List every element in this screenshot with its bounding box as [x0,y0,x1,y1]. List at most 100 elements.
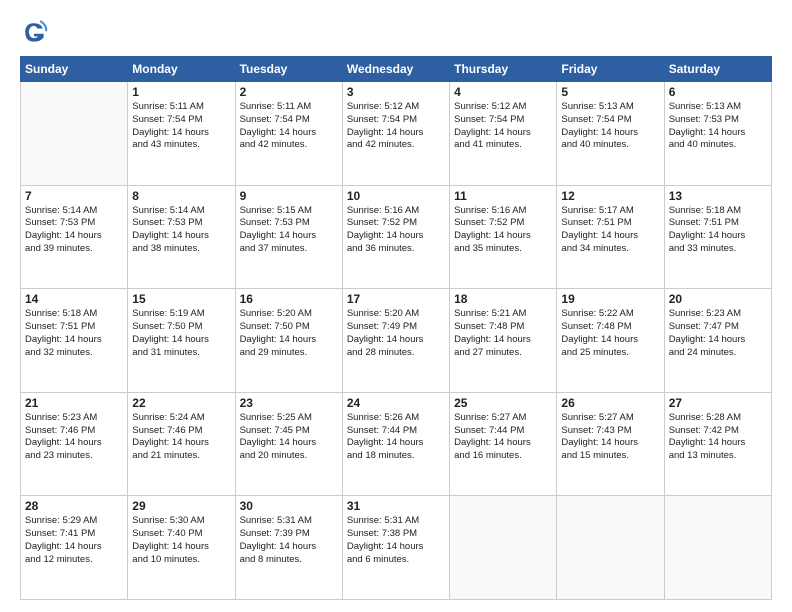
day-number: 29 [132,499,230,513]
calendar-cell: 17 Sunrise: 5:20 AM Sunset: 7:49 PM Dayli… [342,289,449,393]
day-number: 14 [25,292,123,306]
day-number: 23 [240,396,338,410]
day-info: Sunrise: 5:23 AM Sunset: 7:47 PM Dayligh… [669,308,767,359]
calendar-cell [450,496,557,600]
calendar-cell: 28 Sunrise: 5:29 AM Sunset: 7:41 PM Dayli… [21,496,128,600]
day-number: 9 [240,189,338,203]
day-info: Sunrise: 5:18 AM Sunset: 7:51 PM Dayligh… [669,205,767,256]
day-number: 24 [347,396,445,410]
day-info: Sunrise: 5:28 AM Sunset: 7:42 PM Dayligh… [669,412,767,463]
day-info: Sunrise: 5:29 AM Sunset: 7:41 PM Dayligh… [25,515,123,566]
day-info: Sunrise: 5:18 AM Sunset: 7:51 PM Dayligh… [25,308,123,359]
calendar-cell: 6 Sunrise: 5:13 AM Sunset: 7:53 PM Daylig… [664,82,771,186]
calendar-cell: 19 Sunrise: 5:22 AM Sunset: 7:48 PM Dayli… [557,289,664,393]
header [20,18,772,46]
day-info: Sunrise: 5:20 AM Sunset: 7:49 PM Dayligh… [347,308,445,359]
calendar-week-row: 28 Sunrise: 5:29 AM Sunset: 7:41 PM Dayli… [21,496,772,600]
day-info: Sunrise: 5:12 AM Sunset: 7:54 PM Dayligh… [454,101,552,152]
day-info: Sunrise: 5:30 AM Sunset: 7:40 PM Dayligh… [132,515,230,566]
calendar-cell: 24 Sunrise: 5:26 AM Sunset: 7:44 PM Dayli… [342,392,449,496]
day-number: 20 [669,292,767,306]
calendar-cell: 31 Sunrise: 5:31 AM Sunset: 7:38 PM Dayli… [342,496,449,600]
calendar-cell: 9 Sunrise: 5:15 AM Sunset: 7:53 PM Daylig… [235,185,342,289]
calendar-header-row: SundayMondayTuesdayWednesdayThursdayFrid… [21,57,772,82]
day-info: Sunrise: 5:20 AM Sunset: 7:50 PM Dayligh… [240,308,338,359]
day-number: 12 [561,189,659,203]
day-info: Sunrise: 5:16 AM Sunset: 7:52 PM Dayligh… [347,205,445,256]
calendar-week-row: 21 Sunrise: 5:23 AM Sunset: 7:46 PM Dayli… [21,392,772,496]
calendar-cell: 27 Sunrise: 5:28 AM Sunset: 7:42 PM Dayli… [664,392,771,496]
day-number: 25 [454,396,552,410]
calendar-cell: 10 Sunrise: 5:16 AM Sunset: 7:52 PM Dayli… [342,185,449,289]
day-info: Sunrise: 5:24 AM Sunset: 7:46 PM Dayligh… [132,412,230,463]
day-number: 15 [132,292,230,306]
day-info: Sunrise: 5:21 AM Sunset: 7:48 PM Dayligh… [454,308,552,359]
day-info: Sunrise: 5:27 AM Sunset: 7:43 PM Dayligh… [561,412,659,463]
calendar-cell: 3Sunrise: 5:12 AM Sunset: 7:54 PM Daylig… [342,82,449,186]
calendar-week-row: 1 Sunrise: 5:11 AM Sunset: 7:54 PM Daylig… [21,82,772,186]
day-info: Sunrise: 5:31 AM Sunset: 7:38 PM Dayligh… [347,515,445,566]
calendar-cell: 20 Sunrise: 5:23 AM Sunset: 7:47 PM Dayli… [664,289,771,393]
day-info: Sunrise: 5:26 AM Sunset: 7:44 PM Dayligh… [347,412,445,463]
calendar-cell: 18 Sunrise: 5:21 AM Sunset: 7:48 PM Dayli… [450,289,557,393]
calendar-header-friday: Friday [557,57,664,82]
day-info: Sunrise: 5:27 AM Sunset: 7:44 PM Dayligh… [454,412,552,463]
day-info: Sunrise: 5:15 AM Sunset: 7:53 PM Dayligh… [240,205,338,256]
day-number: 26 [561,396,659,410]
day-info: Sunrise: 5:31 AM Sunset: 7:39 PM Dayligh… [240,515,338,566]
calendar-header-thursday: Thursday [450,57,557,82]
day-info: Sunrise: 5:17 AM Sunset: 7:51 PM Dayligh… [561,205,659,256]
day-number: 2 [240,85,338,99]
day-number: 21 [25,396,123,410]
day-number: 13 [669,189,767,203]
calendar-cell: 12 Sunrise: 5:17 AM Sunset: 7:51 PM Dayli… [557,185,664,289]
day-info: Sunrise: 5:22 AM Sunset: 7:48 PM Dayligh… [561,308,659,359]
day-number: 30 [240,499,338,513]
calendar-cell: 8Sunrise: 5:14 AM Sunset: 7:53 PM Daylig… [128,185,235,289]
day-info: Sunrise: 5:13 AM Sunset: 7:54 PM Dayligh… [561,101,659,152]
day-number: 18 [454,292,552,306]
day-number: 28 [25,499,123,513]
day-number: 19 [561,292,659,306]
calendar-header-saturday: Saturday [664,57,771,82]
calendar-cell: 15 Sunrise: 5:19 AM Sunset: 7:50 PM Dayli… [128,289,235,393]
calendar-cell: 11Sunrise: 5:16 AM Sunset: 7:52 PM Dayli… [450,185,557,289]
day-number: 4 [454,85,552,99]
calendar-cell: 13 Sunrise: 5:18 AM Sunset: 7:51 PM Dayli… [664,185,771,289]
day-info: Sunrise: 5:11 AM Sunset: 7:54 PM Dayligh… [240,101,338,152]
calendar-header-tuesday: Tuesday [235,57,342,82]
day-number: 5 [561,85,659,99]
calendar-cell: 25 Sunrise: 5:27 AM Sunset: 7:44 PM Dayli… [450,392,557,496]
day-number: 17 [347,292,445,306]
day-number: 27 [669,396,767,410]
day-number: 10 [347,189,445,203]
calendar-header-monday: Monday [128,57,235,82]
calendar-header-sunday: Sunday [21,57,128,82]
day-number: 31 [347,499,445,513]
calendar-cell: 5 Sunrise: 5:13 AM Sunset: 7:54 PM Daylig… [557,82,664,186]
calendar-cell: 26 Sunrise: 5:27 AM Sunset: 7:43 PM Dayli… [557,392,664,496]
day-number: 3 [347,85,445,99]
day-info: Sunrise: 5:19 AM Sunset: 7:50 PM Dayligh… [132,308,230,359]
day-info: Sunrise: 5:13 AM Sunset: 7:53 PM Dayligh… [669,101,767,152]
logo [20,18,52,46]
calendar-cell: 2 Sunrise: 5:11 AM Sunset: 7:54 PM Daylig… [235,82,342,186]
calendar-cell: 4 Sunrise: 5:12 AM Sunset: 7:54 PM Daylig… [450,82,557,186]
day-info: Sunrise: 5:16 AM Sunset: 7:52 PM Dayligh… [454,205,552,256]
day-info: Sunrise: 5:14 AM Sunset: 7:53 PM Dayligh… [25,205,123,256]
day-number: 16 [240,292,338,306]
day-number: 8 [132,189,230,203]
calendar-week-row: 7 Sunrise: 5:14 AM Sunset: 7:53 PM Daylig… [21,185,772,289]
calendar-cell: 21 Sunrise: 5:23 AM Sunset: 7:46 PM Dayli… [21,392,128,496]
day-info: Sunrise: 5:25 AM Sunset: 7:45 PM Dayligh… [240,412,338,463]
day-info: Sunrise: 5:23 AM Sunset: 7:46 PM Dayligh… [25,412,123,463]
calendar-cell: 7 Sunrise: 5:14 AM Sunset: 7:53 PM Daylig… [21,185,128,289]
calendar-table: SundayMondayTuesdayWednesdayThursdayFrid… [20,56,772,600]
calendar-header-wednesday: Wednesday [342,57,449,82]
day-number: 7 [25,189,123,203]
calendar-cell [21,82,128,186]
day-number: 1 [132,85,230,99]
day-number: 6 [669,85,767,99]
logo-icon [20,18,48,46]
calendar-cell: 23 Sunrise: 5:25 AM Sunset: 7:45 PM Dayli… [235,392,342,496]
